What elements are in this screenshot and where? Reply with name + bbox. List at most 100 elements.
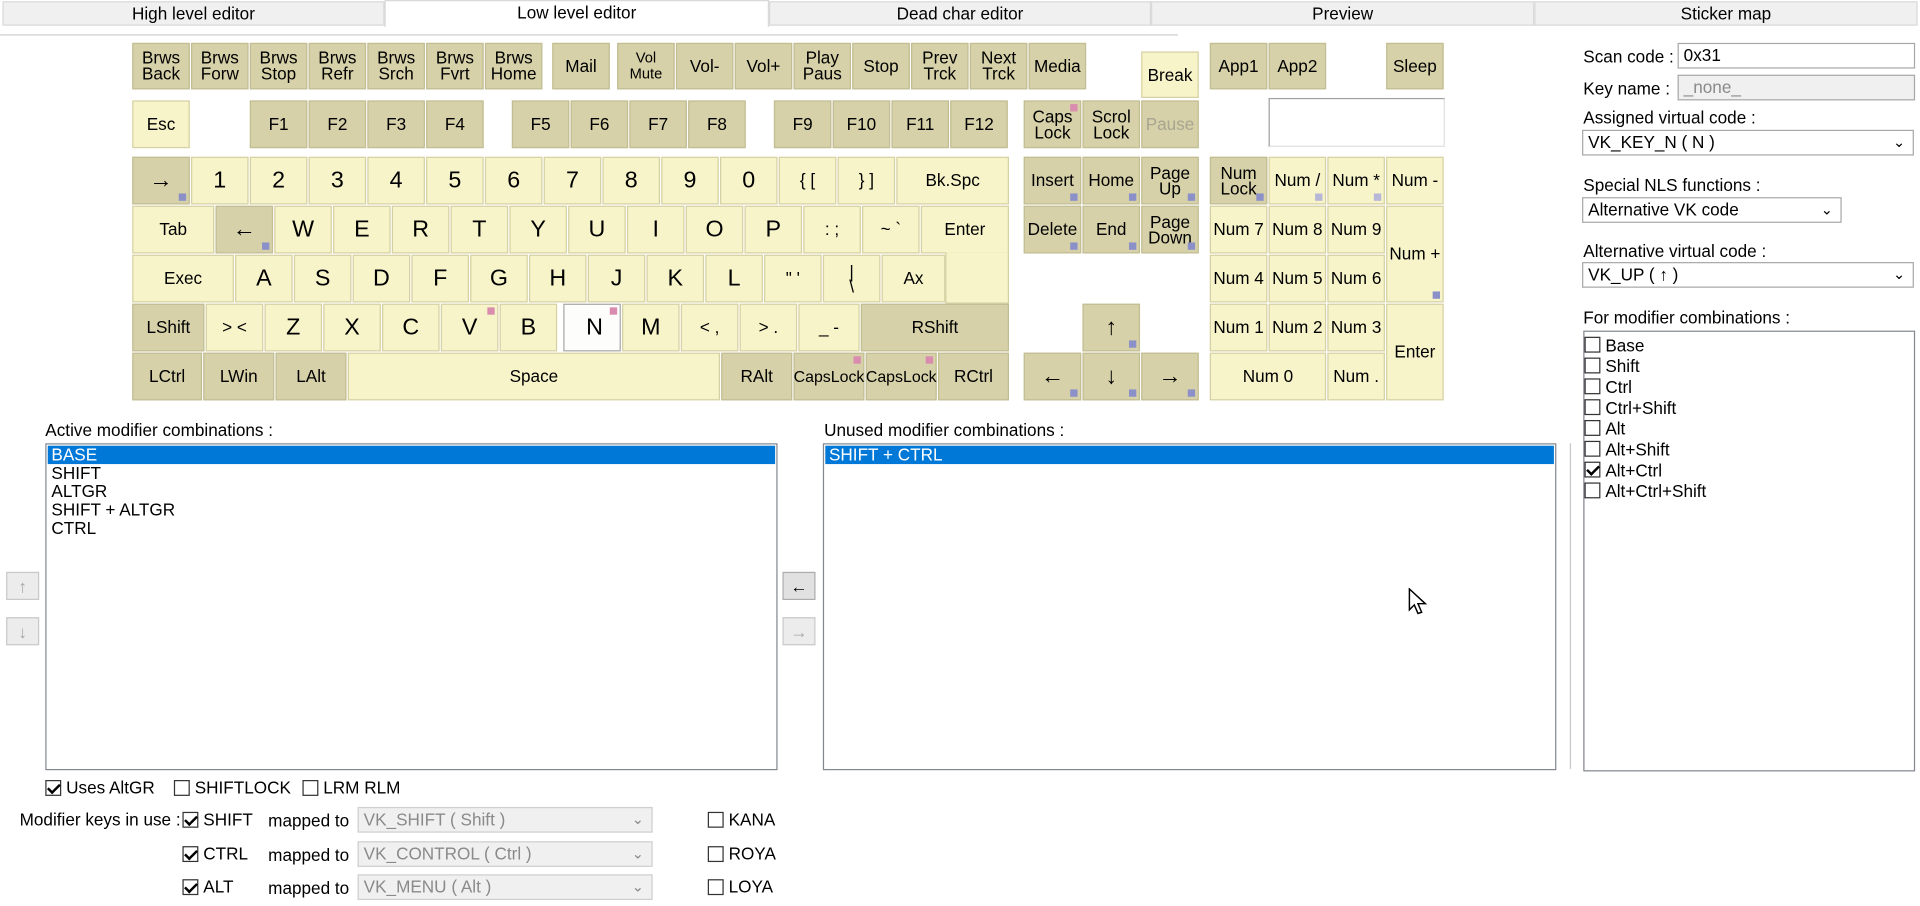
key-8[interactable]: 8 [602,156,661,205]
key-num7[interactable]: Num 7 [1209,205,1268,254]
checkbox[interactable] [707,811,724,828]
key-mail[interactable]: Mail [552,42,610,90]
key-brws-home[interactable]: Brws Home [484,42,543,90]
key-comma[interactable]: < , [680,303,739,352]
combo-alt[interactable]: Alt [1584,418,1914,439]
key-1[interactable]: 1 [191,156,249,205]
modifier-shift[interactable]: SHIFT [182,809,253,829]
ctrl-mapping-select[interactable]: VK_CONTROL ( Ctrl ) ⌄ [357,841,653,867]
key-scrol-lock[interactable]: Scrol Lock [1082,100,1141,149]
key-t[interactable]: T [450,205,509,254]
key-num0[interactable]: Num 0 [1209,352,1327,401]
key-num-div[interactable]: Num / [1268,156,1327,205]
lrm-rlm-option[interactable]: LRM RLM [302,778,400,797]
key-space[interactable]: Space [347,352,721,401]
key-page-up[interactable]: Page Up [1141,156,1199,205]
key-2[interactable]: 2 [249,156,308,205]
combo-base[interactable]: Base [1584,334,1914,355]
modifier-ctrl[interactable]: CTRL [182,844,248,863]
key-capslock-1[interactable]: CapsLock [793,352,865,401]
checkbox[interactable] [1584,399,1601,416]
key-brws-forw[interactable]: Brws Forw [191,42,249,90]
alt-vk-select[interactable]: VK_UP ( ↑ ) ⌄ [1582,262,1914,288]
key-lshift[interactable]: LShift [132,303,205,352]
key-rctrl[interactable]: RCtrl [937,352,1009,401]
list-item[interactable]: CTRL [48,519,775,537]
key-ax[interactable]: Ax [881,254,946,303]
key-f[interactable]: F [411,254,469,303]
key-backspace[interactable]: Bk.Spc [896,156,1009,205]
key-u[interactable]: U [568,205,626,254]
key-5[interactable]: 5 [426,156,484,205]
key-n[interactable]: N [563,303,621,352]
modifier-kana[interactable]: KANA [707,809,775,829]
key-v[interactable]: V [440,303,499,352]
key-stop[interactable]: Stop [852,42,910,90]
combo-alt-ctrl[interactable]: Alt+Ctrl [1584,459,1914,480]
modifier-roya[interactable]: ROYA [707,844,776,863]
key-f12[interactable]: F12 [950,100,1008,149]
key-s[interactable]: S [293,254,352,303]
key-caps-lock[interactable]: Caps Lock [1023,100,1082,149]
active-mods-list[interactable]: BASE SHIFT ALTGR SHIFT + ALTGR CTRL [45,443,778,771]
key-pause[interactable]: Pause [1141,100,1199,149]
checkbox[interactable] [45,779,62,796]
key-h[interactable]: H [528,254,587,303]
key-j[interactable]: J [587,254,646,303]
key-pipe[interactable]: | \ [822,254,881,303]
key-num8[interactable]: Num 8 [1268,205,1327,254]
shiftlock-option[interactable]: SHIFTLOCK [173,778,291,797]
key-arrow-up[interactable]: ↑ [1082,303,1141,352]
key-page-down[interactable]: Page Down [1141,205,1199,254]
key-f4[interactable]: F4 [426,100,484,149]
key-ralt[interactable]: RAlt [721,352,793,401]
key-lalt[interactable]: LAlt [275,352,347,401]
key-r[interactable]: R [391,205,450,254]
alt-mapping-select[interactable]: VK_MENU ( Alt ) ⌄ [357,874,653,901]
key-app1[interactable]: App1 [1209,42,1268,90]
key-l[interactable]: L [705,254,763,303]
key-brws-srch[interactable]: Brws Srch [367,42,425,90]
nls-select[interactable]: Alternative VK code ⌄ [1582,197,1842,223]
key-tilde[interactable]: ~ ` [862,205,920,254]
key-exec[interactable]: Exec [132,254,234,303]
key-w[interactable]: W [274,205,332,254]
key-next-trck[interactable]: Next Trck [969,42,1028,90]
key-o[interactable]: O [685,205,744,254]
key-vol-mute[interactable]: Vol Mute [617,42,675,90]
key-num-sub[interactable]: Num - [1386,156,1444,205]
key-f10[interactable]: F10 [832,100,891,149]
key-gt[interactable]: > < [205,303,264,352]
key-esc[interactable]: Esc [132,100,190,149]
key-prev-trck[interactable]: Prev Trck [911,42,969,90]
key-vol-down[interactable]: Vol- [675,42,734,90]
tab-sticker-map[interactable]: Sticker map [1534,1,1918,26]
combo-alt-shift[interactable]: Alt+Shift [1584,438,1914,459]
key-d[interactable]: D [352,254,411,303]
combo-ctrl[interactable]: Ctrl [1584,376,1914,397]
key-num3[interactable]: Num 3 [1327,303,1385,352]
key-num1[interactable]: Num 1 [1209,303,1268,352]
key-i[interactable]: I [626,205,685,254]
key-enter-lower[interactable] [945,252,1009,304]
activate-button[interactable]: ← [782,571,816,601]
combo-alt-ctrl-shift[interactable]: Alt+Ctrl+Shift [1584,480,1914,501]
checkbox[interactable] [707,845,724,862]
key-9[interactable]: 9 [661,156,719,205]
key-brws-refr[interactable]: Brws Refr [308,42,367,90]
key-colon[interactable]: : ; [803,205,861,254]
key-brws-fvrt[interactable]: Brws Fvrt [426,42,484,90]
checkbox[interactable] [1584,336,1601,353]
key-z[interactable]: Z [264,303,323,352]
checkbox[interactable] [182,878,199,895]
combo-ctrl-shift[interactable]: Ctrl+Shift [1584,397,1914,418]
key-f6[interactable]: F6 [570,100,629,149]
key-f3[interactable]: F3 [367,100,425,149]
modifier-alt[interactable]: ALT [182,877,233,896]
key-enter[interactable]: Enter [920,205,1009,254]
tab-dead-char-editor[interactable]: Dead char editor [768,1,1152,26]
key-num-add[interactable]: Num + [1386,205,1444,303]
key-brws-stop[interactable]: Brws Stop [249,42,308,90]
key-b[interactable]: B [499,303,558,352]
tab-preview[interactable]: Preview [1151,1,1535,26]
